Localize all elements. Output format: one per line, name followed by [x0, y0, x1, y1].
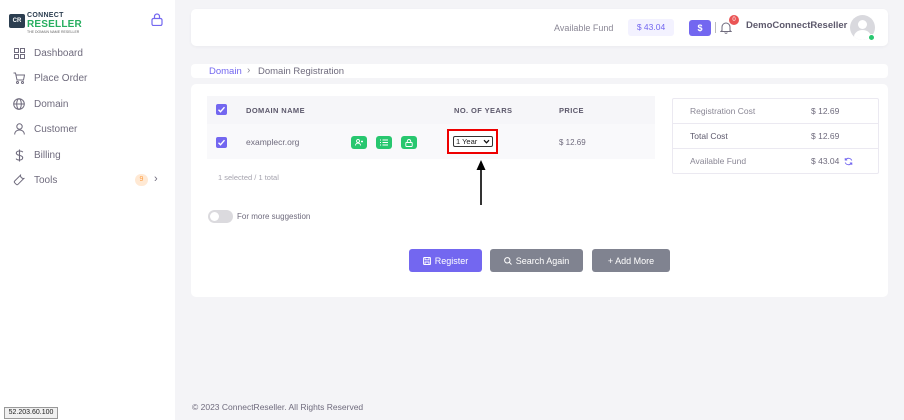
username[interactable]: DemoConnectReseller	[746, 20, 847, 31]
suggestion-toggle-label: For more suggestion	[237, 212, 311, 221]
domain-registration-card: DOMAIN NAME NO. OF YEARS PRICE examplecr…	[191, 84, 888, 297]
add-more-button-label: + Add More	[607, 255, 655, 266]
divider	[715, 22, 716, 33]
summary-row-registration-cost: Registration Cost $ 12.69	[673, 99, 878, 124]
logo-line2: RESELLER	[27, 19, 82, 30]
summary-row-available-fund: Available Fund $ 43.04	[673, 149, 878, 174]
sidebar-item-label: Billing	[34, 149, 61, 161]
chevron-right-icon: ›	[154, 173, 158, 185]
ip-address-badge: 52.203.60.100	[4, 407, 58, 419]
column-header-years: NO. OF YEARS	[454, 106, 513, 115]
row-checkbox[interactable]	[216, 137, 227, 148]
sidebar-item-label: Domain	[34, 98, 69, 110]
search-again-button-label: Search Again	[515, 255, 570, 266]
avatar-head-shape	[858, 20, 867, 29]
sidebar-item-customer[interactable]: Customer	[12, 121, 167, 137]
years-select-highlight: 1 Year	[447, 129, 498, 154]
column-header-domain: DOMAIN NAME	[246, 106, 305, 115]
select-all-checkbox[interactable]	[216, 104, 227, 115]
breadcrumb-domain-link[interactable]: Domain	[209, 66, 242, 77]
logo-mark: CR	[9, 14, 25, 28]
summary-label: Available Fund	[690, 156, 747, 166]
sidebar-item-domain[interactable]: Domain	[12, 96, 167, 112]
sidebar-item-tools[interactable]: Tools 9 ›	[12, 172, 167, 188]
order-summary: Registration Cost $ 12.69 Total Cost $ 1…	[672, 98, 879, 174]
user-icon	[12, 122, 26, 136]
table-row: examplecr.org 1 Year $ 12.69	[207, 124, 655, 159]
summary-row-total-cost: Total Cost $ 12.69	[673, 124, 878, 149]
breadcrumb: Domain › Domain Registration	[191, 64, 888, 78]
list-icon[interactable]	[376, 136, 392, 149]
online-status-dot	[868, 34, 875, 41]
refresh-icon[interactable]	[844, 157, 853, 166]
dollar-icon	[12, 148, 26, 162]
sidebar-item-dashboard[interactable]: Dashboard	[12, 45, 167, 61]
brand-logo[interactable]: CR CONNECT RESELLER THE DOMAIN NAME RESE…	[9, 12, 89, 34]
sidebar-item-label: Customer	[34, 123, 78, 135]
logo-line1: CONNECT	[27, 12, 64, 19]
chevron-down-icon	[483, 139, 490, 144]
annotation-arrow	[476, 160, 486, 205]
lock-icon[interactable]	[401, 136, 417, 149]
contact-button[interactable]	[351, 136, 367, 149]
save-icon	[422, 256, 431, 265]
table-header: DOMAIN NAME NO. OF YEARS PRICE	[207, 96, 655, 124]
sidebar-item-label: Place Order	[34, 72, 88, 84]
sidebar: CR CONNECT RESELLER THE DOMAIN NAME RESE…	[0, 0, 175, 420]
grid-icon	[12, 46, 26, 60]
notification-count-badge: 0	[729, 15, 739, 25]
sidebar-item-label: Dashboard	[34, 47, 83, 59]
toggle-knob	[210, 212, 219, 221]
suggestion-toggle[interactable]	[208, 210, 233, 223]
years-select[interactable]: 1 Year	[453, 136, 493, 147]
domain-price: $ 12.69	[559, 138, 586, 147]
top-bar: Available Fund $ 43.04 $ 0 DemoConnectRe…	[191, 9, 888, 46]
selection-count: 1 selected / 1 total	[218, 173, 279, 182]
years-selected-value: 1 Year	[456, 137, 478, 146]
add-more-button[interactable]: + Add More	[592, 249, 670, 272]
add-fund-button[interactable]: $	[689, 20, 711, 36]
search-icon	[503, 256, 512, 265]
tools-count-badge: 9	[135, 174, 148, 186]
search-again-button[interactable]: Search Again	[490, 249, 583, 272]
sidebar-item-billing[interactable]: Billing	[12, 147, 167, 163]
summary-value: $ 12.69	[811, 106, 840, 116]
breadcrumb-current: Domain Registration	[258, 66, 345, 77]
breadcrumb-separator: ›	[247, 65, 251, 76]
globe-icon	[12, 97, 26, 111]
footer-copyright: © 2023 ConnectReseller. All Rights Reser…	[192, 402, 364, 412]
available-fund-value: $ 43.04	[628, 19, 674, 36]
summary-value: $ 12.69	[811, 131, 840, 141]
register-button-label: Register	[434, 255, 469, 266]
column-header-price: PRICE	[559, 106, 584, 115]
summary-label: Total Cost	[690, 131, 728, 141]
summary-value: $ 43.04	[811, 156, 840, 166]
available-fund-label: Available Fund	[554, 23, 614, 33]
sidebar-item-label: Tools	[34, 174, 58, 186]
sidebar-item-place-order[interactable]: Place Order	[12, 70, 167, 86]
cart-icon	[12, 71, 26, 85]
lock-icon[interactable]	[151, 13, 163, 26]
logo-tagline: THE DOMAIN NAME RESELLER	[27, 30, 80, 34]
domain-name: examplecr.org	[246, 137, 300, 147]
register-button[interactable]: Register	[409, 249, 482, 272]
summary-label: Registration Cost	[690, 106, 756, 116]
wrench-icon	[12, 173, 26, 187]
